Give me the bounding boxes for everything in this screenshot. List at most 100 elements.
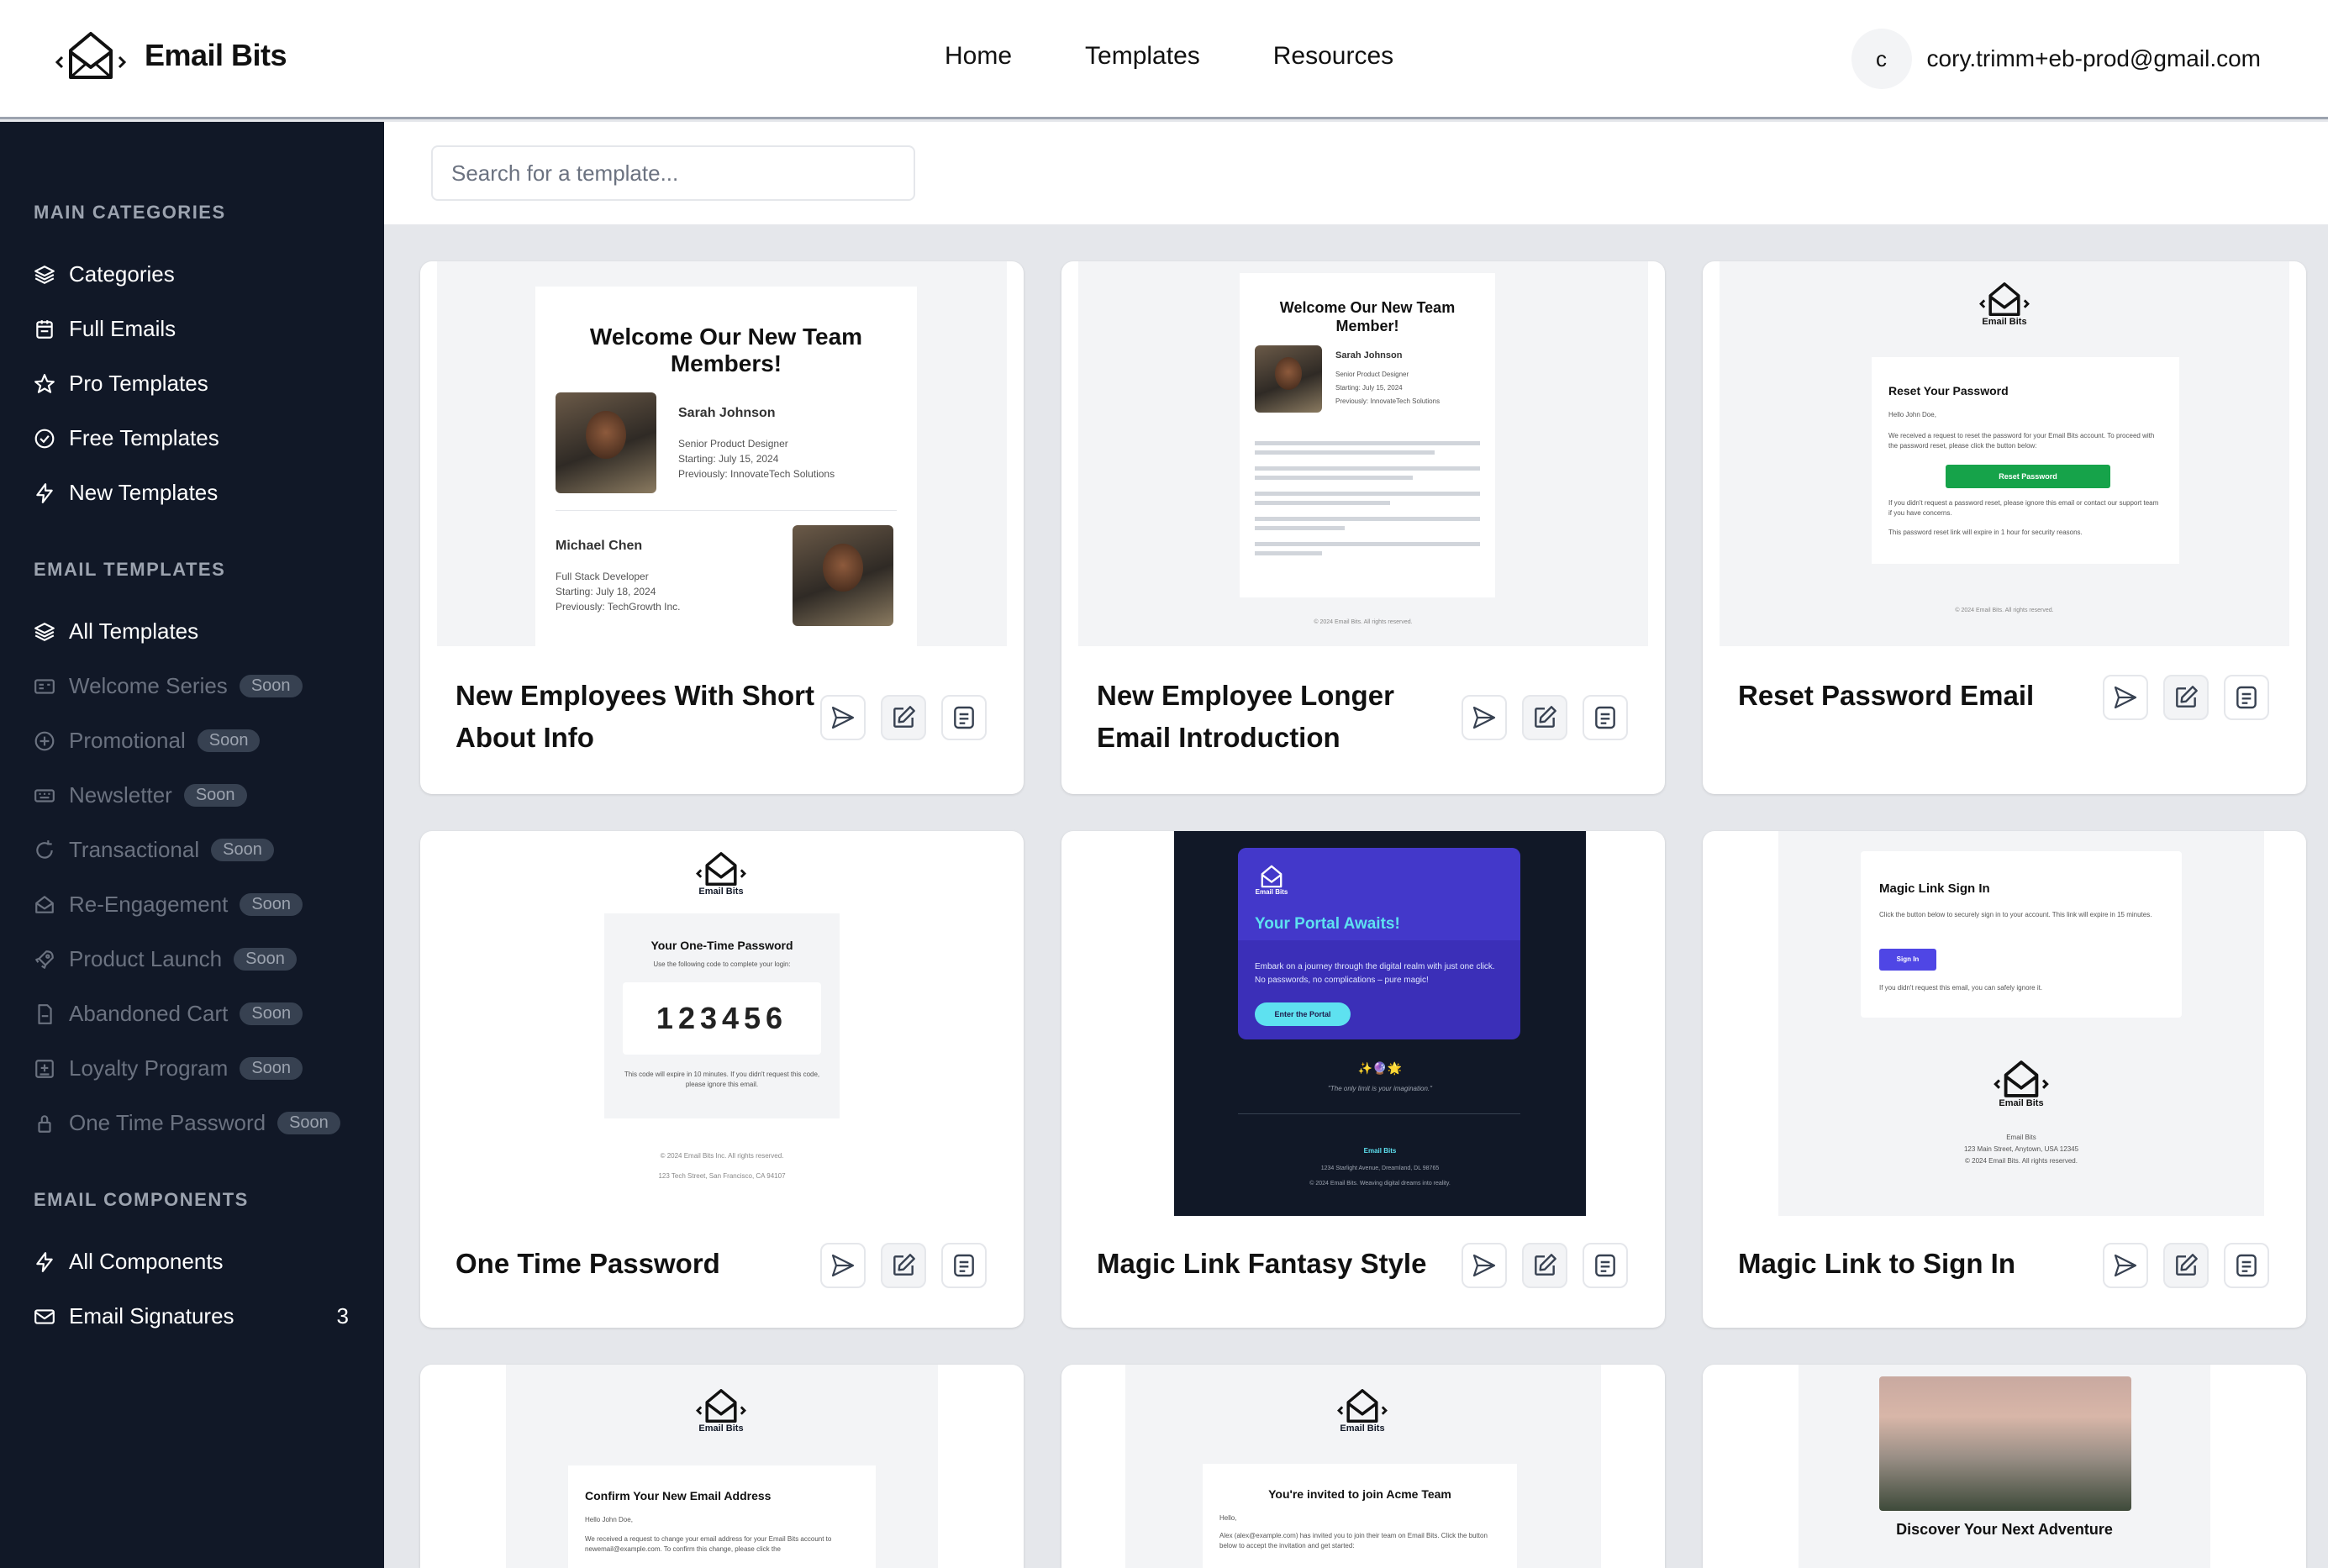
preview-brand: Email Bits xyxy=(1340,1423,1385,1434)
edit-icon xyxy=(1535,706,1556,728)
template-preview[interactable]: Email Bits Reset Your Password Hello Joh… xyxy=(1720,261,2289,646)
sidebar-item-email-signatures[interactable]: Email Signatures 3 xyxy=(0,1289,384,1344)
template-card[interactable]: Email Bits Your Portal Awaits! Embark on… xyxy=(1061,831,1665,1328)
template-card[interactable]: Welcome Our New Team Members! Sarah John… xyxy=(420,261,1024,794)
preview-footer: Email Bits xyxy=(1363,1147,1397,1155)
edit-button[interactable] xyxy=(881,695,926,740)
sidebar-item-label: Newsletter xyxy=(69,782,172,808)
card-title: Reset Password Email xyxy=(1738,680,2035,711)
envelope-logo-icon xyxy=(1261,865,1283,888)
details-button[interactable] xyxy=(941,1243,987,1288)
preview-text: This code will expire in 10 minutes. If … xyxy=(624,1071,820,1088)
edit-icon xyxy=(2176,1254,2198,1276)
details-button[interactable] xyxy=(2224,675,2269,720)
template-preview[interactable]: Welcome Our New Team Member! Sarah Johns… xyxy=(1078,261,1648,646)
divider xyxy=(1238,1113,1520,1114)
edit-button[interactable] xyxy=(2163,1243,2209,1288)
details-button[interactable] xyxy=(2224,1243,2269,1288)
bolt-icon xyxy=(34,1251,55,1273)
card-title: Magic Link Fantasy Style xyxy=(1097,1248,1427,1279)
sidebar-heading-components: EMAIL COMPONENTS xyxy=(34,1189,249,1210)
template-card[interactable]: Email Bits Your One-Time Password Use th… xyxy=(420,831,1024,1328)
sidebar-item-full-emails[interactable]: Full Emails xyxy=(0,302,384,356)
preview-heading: Reset Your Password xyxy=(1888,384,2009,397)
template-card[interactable]: Magic Link Sign In Click the button belo… xyxy=(1703,831,2306,1328)
list-icon xyxy=(2236,686,2257,709)
details-button[interactable] xyxy=(1583,1243,1628,1288)
template-preview[interactable]: Discover Your Next Adventure xyxy=(1799,1365,2210,1568)
envelope-logo-icon xyxy=(1994,1060,2049,1097)
template-preview[interactable]: Email Bits Your Portal Awaits! Embark on… xyxy=(1078,831,1648,1216)
avatar[interactable]: c xyxy=(1851,29,1912,89)
template-card[interactable]: Welcome Our New Team Member! Sarah Johns… xyxy=(1061,261,1665,794)
sidebar-item-all-components[interactable]: All Components xyxy=(0,1234,384,1289)
template-preview[interactable]: Email Bits You're invited to join Acme T… xyxy=(1125,1365,1601,1568)
send-button[interactable] xyxy=(820,1243,866,1288)
keyboard-icon xyxy=(34,785,55,807)
preview-text: Hello, xyxy=(1219,1514,1237,1522)
envelope-logo-icon xyxy=(1337,1389,1388,1423)
preview-text: Previously: InnovateTech Solutions xyxy=(678,468,835,480)
template-card[interactable]: Email Bits You're invited to join Acme T… xyxy=(1061,1365,1665,1568)
sidebar-item-one-time-password: One Time Password Soon xyxy=(0,1096,384,1150)
preview-frame: Magic Link Sign In Click the button belo… xyxy=(1778,831,2264,1216)
preview-text: Starting: July 15, 2024 xyxy=(1335,384,1403,392)
soon-badge: Soon xyxy=(240,1057,303,1080)
template-card[interactable]: Discover Your Next Adventure xyxy=(1703,1365,2306,1568)
card-actions xyxy=(2103,675,2269,720)
preview-heading: Welcome Our New Team Members! xyxy=(589,324,863,376)
user-menu[interactable]: c cory.trimm+eb-prod@gmail.com xyxy=(1851,29,2261,89)
sidebar-item-label: All Templates xyxy=(69,618,199,644)
sidebar-item-pro-templates[interactable]: Pro Templates xyxy=(0,356,384,411)
edit-button[interactable] xyxy=(881,1243,926,1288)
preview-text: Senior Product Designer xyxy=(678,438,788,450)
preview-brand: Email Bits xyxy=(1982,317,2027,327)
template-card[interactable]: Email Bits Confirm Your New Email Addres… xyxy=(420,1365,1024,1568)
sidebar-item-categories[interactable]: Categories xyxy=(0,247,384,302)
send-button[interactable] xyxy=(1462,1243,1507,1288)
send-button[interactable] xyxy=(820,695,866,740)
search-input[interactable] xyxy=(431,145,915,201)
nav-home[interactable]: Home xyxy=(945,42,1012,71)
preview-footer: © 2024 Email Bits. Weaving digital dream… xyxy=(1309,1181,1451,1187)
sidebar-item-new-templates[interactable]: New Templates xyxy=(0,466,384,520)
envelope-logo-icon xyxy=(696,1389,746,1423)
preview-footer: 1234 Starlight Avenue, Dreamland, DL 987… xyxy=(1320,1165,1440,1171)
preview-text: Previously: TechGrowth Inc. xyxy=(556,601,681,613)
brand[interactable]: Email Bits xyxy=(55,30,287,81)
employee-photo xyxy=(1255,345,1322,413)
sidebar-item-newsletter: Newsletter Soon xyxy=(0,768,384,823)
send-button[interactable] xyxy=(2103,675,2148,720)
sidebar-item-all-templates[interactable]: All Templates xyxy=(0,604,384,659)
edit-button[interactable] xyxy=(2163,675,2209,720)
template-preview[interactable]: Magic Link Sign In Click the button belo… xyxy=(1720,831,2289,1216)
preview-email: Confirm Your New Email Address Hello Joh… xyxy=(568,1465,876,1568)
preview-heading: Magic Link Sign In xyxy=(1879,881,1990,896)
sidebar-item-product-launch: Product Launch Soon xyxy=(0,932,384,987)
preview-text: Hello John Doe, xyxy=(1888,411,1936,418)
send-button[interactable] xyxy=(1462,695,1507,740)
template-preview[interactable]: Email Bits Confirm Your New Email Addres… xyxy=(506,1365,938,1568)
preview-logo: Email Bits xyxy=(1994,1060,2049,1108)
star-icon xyxy=(34,373,55,395)
sidebar-item-free-templates[interactable]: Free Templates xyxy=(0,411,384,466)
nav-resources[interactable]: Resources xyxy=(1273,42,1393,71)
sidebar-item-label: One Time Password xyxy=(69,1110,266,1135)
nav-templates[interactable]: Templates xyxy=(1085,42,1200,71)
template-preview[interactable]: Email Bits Your One-Time Password Use th… xyxy=(437,831,1007,1216)
preview-heading: You're invited to join Acme Team xyxy=(1268,1487,1451,1501)
user-email: cory.trimm+eb-prod@gmail.com xyxy=(1926,45,2261,71)
preview-quote: "The only limit is your imagination." xyxy=(1328,1085,1432,1092)
details-button[interactable] xyxy=(1583,695,1628,740)
preview-text: If you didn't request this email, you ca… xyxy=(1879,984,2043,992)
preview-text: We received a request to change your ema… xyxy=(585,1535,832,1553)
template-preview[interactable]: Welcome Our New Team Members! Sarah John… xyxy=(437,261,1007,646)
mail-icon xyxy=(34,1306,55,1328)
card-title: One Time Password xyxy=(456,1248,720,1279)
details-button[interactable] xyxy=(941,695,987,740)
edit-button[interactable] xyxy=(1522,1243,1567,1288)
send-button[interactable] xyxy=(2103,1243,2148,1288)
template-card[interactable]: Email Bits Reset Your Password Hello Joh… xyxy=(1703,261,2306,794)
edit-button[interactable] xyxy=(1522,695,1567,740)
soon-badge: Soon xyxy=(211,839,274,861)
